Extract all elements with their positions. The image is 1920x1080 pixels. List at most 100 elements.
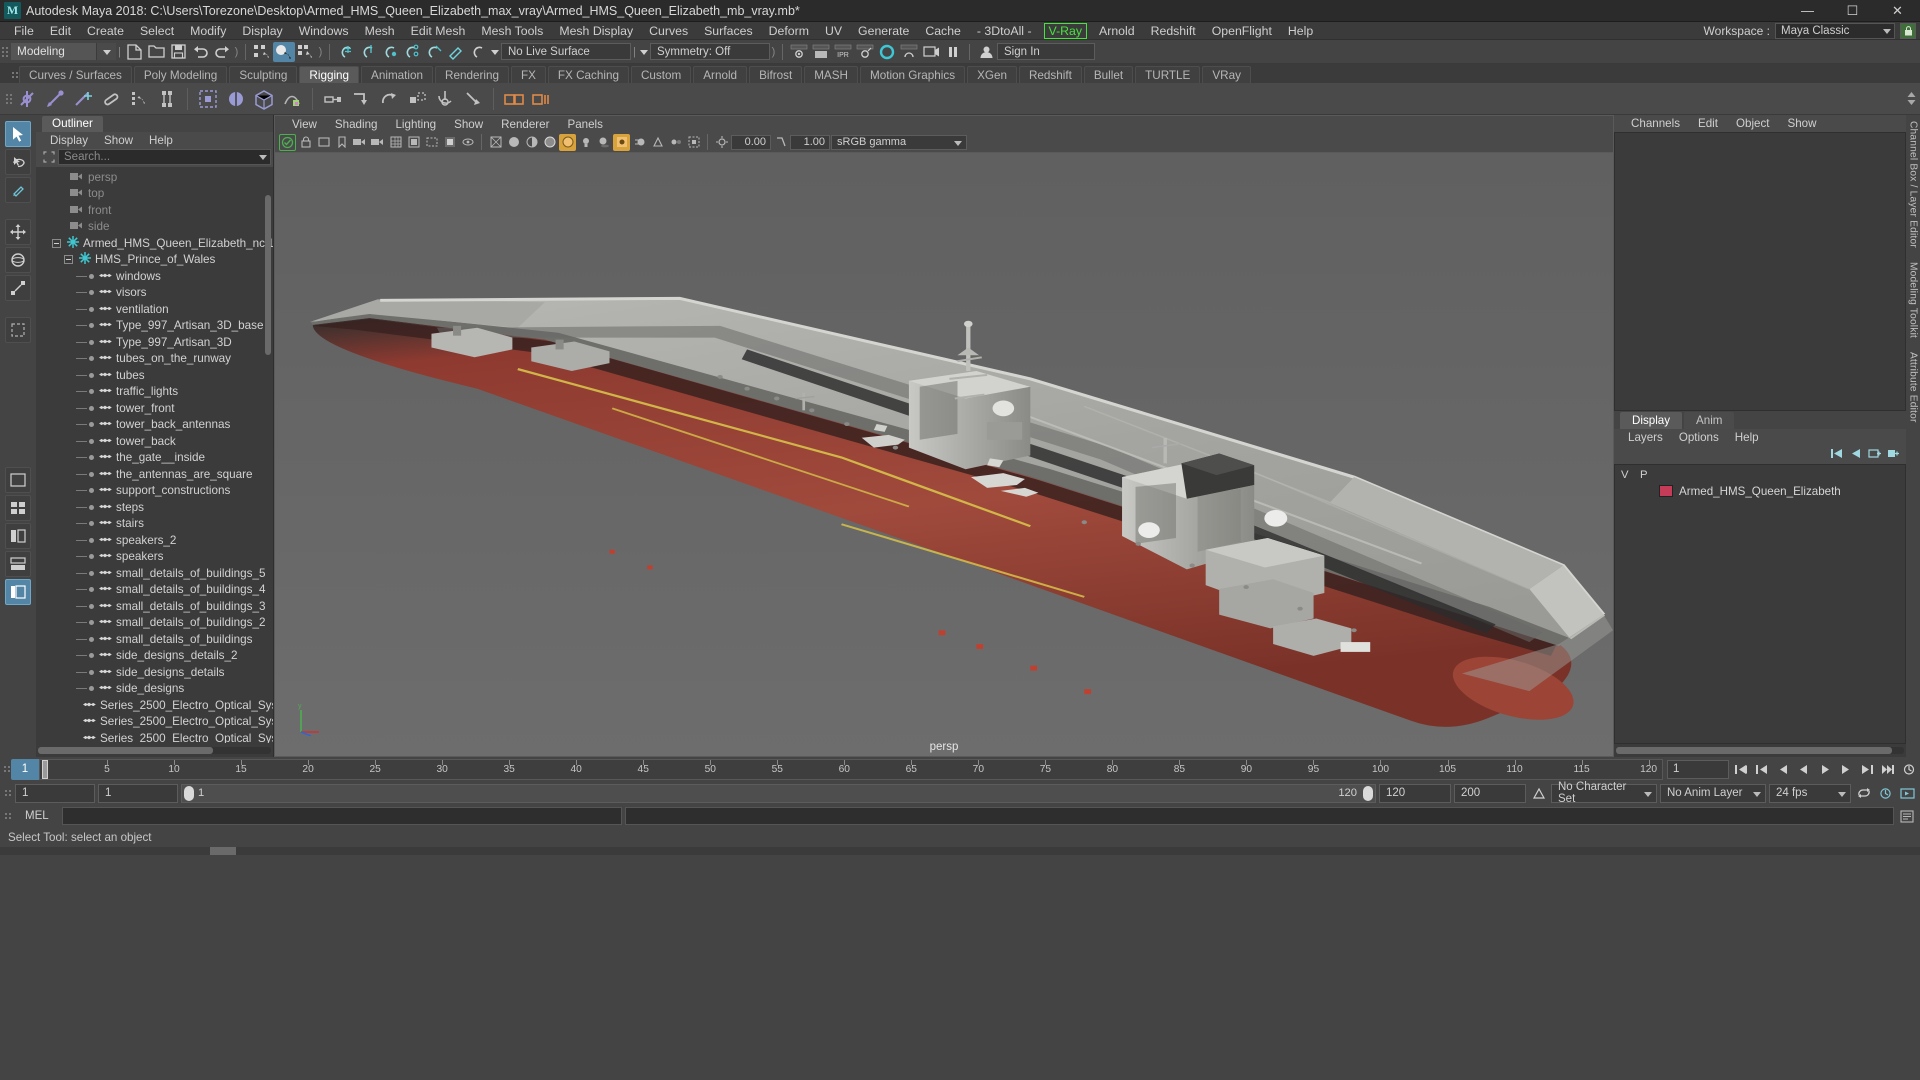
move-layer-up-icon[interactable] (1830, 448, 1843, 462)
outliner-tree[interactable]: persp top front side Armed_HMS_Queen_Eli… (36, 167, 273, 743)
snap-to-projected-center-icon[interactable] (401, 42, 423, 62)
outliner-item-mesh[interactable]: tower_back_antennas (36, 417, 273, 434)
pause-icon[interactable] (942, 42, 964, 62)
menu-display[interactable]: Display (234, 22, 290, 40)
outliner-item-mesh[interactable]: the_gate__inside (36, 450, 273, 467)
outliner-item-mesh[interactable]: side_designs (36, 681, 273, 698)
outliner-item-mesh[interactable]: windows (36, 268, 273, 285)
exposure-value[interactable]: 0.00 (731, 134, 771, 150)
new-layer-from-selected-icon[interactable] (1887, 448, 1900, 462)
menu-edit-mesh[interactable]: Edit Mesh (403, 22, 474, 40)
menu-curves[interactable]: Curves (641, 22, 696, 40)
step-forward-frame-icon[interactable] (1836, 760, 1855, 779)
depth-of-field-icon[interactable] (667, 134, 684, 151)
outliner-tab-label[interactable]: Outliner (42, 116, 103, 132)
outliner-item-root[interactable]: Armed_HMS_Queen_Elizabeth_ncl1_1 (36, 235, 273, 252)
menu-cache[interactable]: Cache (917, 22, 969, 40)
loop-playback-icon[interactable] (1854, 784, 1873, 803)
image-plane-icon[interactable] (369, 134, 386, 151)
time-slider-track[interactable]: 5 10 15 20 25 30 35 40 45 50 55 60 65 70 75 80 85 90 95 100… (39, 758, 1663, 780)
menu-uv[interactable]: UV (817, 22, 850, 40)
channel-box-body[interactable] (1614, 132, 1906, 411)
playback-prefs-icon[interactable] (1898, 784, 1917, 803)
outliner-item-group[interactable]: HMS_Prince_of_Wales (36, 252, 273, 269)
minimize-button[interactable]: — (1785, 0, 1830, 22)
shelf-overflow-button[interactable] (1902, 83, 1920, 115)
live-surface-field[interactable]: No Live Surface (501, 43, 631, 60)
gate-mask-icon[interactable] (441, 134, 458, 151)
outliner-menu-show[interactable]: Show (96, 134, 141, 147)
use-all-lights-icon[interactable] (577, 134, 594, 151)
menu-generate[interactable]: Generate (850, 22, 917, 40)
layer-color-swatch[interactable] (1659, 485, 1673, 497)
outliner-item-mesh[interactable]: tower_back (36, 433, 273, 450)
human-ik-icon[interactable] (528, 85, 556, 113)
frame-input[interactable]: 1 (1667, 759, 1729, 779)
fps-select[interactable]: 24 fps (1769, 783, 1851, 803)
menu-edit[interactable]: Edit (42, 22, 79, 40)
menu-mesh[interactable]: Mesh (357, 22, 403, 40)
menu-create[interactable]: Create (79, 22, 132, 40)
isolate-select-icon[interactable] (685, 134, 702, 151)
outliner-item-mesh[interactable]: speakers (36, 549, 273, 566)
bind-skin-icon[interactable] (153, 85, 181, 113)
shelf-tab-curves-surfaces[interactable]: Curves / Surfaces (19, 66, 132, 83)
quick-rig-icon[interactable] (500, 85, 528, 113)
gamma-value[interactable]: 1.00 (790, 134, 830, 150)
move-layer-down-icon[interactable] (1849, 448, 1862, 462)
scrollbar-track[interactable] (1616, 747, 1904, 754)
orient-constraint-icon[interactable] (375, 85, 403, 113)
shelf-grip[interactable] (10, 66, 19, 83)
multisample-aa-icon[interactable] (649, 134, 666, 151)
cluster-deformer-icon[interactable] (222, 85, 250, 113)
step-forward-key-icon[interactable] (1857, 760, 1876, 779)
command-input[interactable] (62, 807, 622, 825)
play-forwards-icon[interactable] (1815, 760, 1834, 779)
shelf-tab-animation[interactable]: Animation (361, 66, 434, 83)
snap-to-view-plane-icon[interactable] (423, 42, 445, 62)
lock-icon[interactable] (1900, 22, 1916, 39)
outliner-item-side[interactable]: side (36, 219, 273, 236)
two-sided-lighting-icon[interactable] (351, 134, 368, 151)
wrap-deformer-icon[interactable] (250, 85, 278, 113)
playblast-icon[interactable] (920, 42, 942, 62)
menu-set-select[interactable]: Modeling (11, 43, 116, 60)
shelf-tab-poly-modeling[interactable]: Poly Modeling (133, 66, 228, 83)
viewport-menu-shading[interactable]: Shading (326, 118, 387, 131)
motion-blur-icon[interactable] (631, 134, 648, 151)
script-language-label[interactable]: MEL (15, 810, 59, 822)
time-slider-cursor[interactable] (42, 759, 48, 779)
make-live-icon[interactable] (467, 42, 489, 62)
collapse-expander-icon[interactable] (64, 255, 73, 265)
collapse-expander-icon[interactable] (52, 238, 61, 248)
menu-select[interactable]: Select (132, 22, 182, 40)
film-gate-icon[interactable] (405, 134, 422, 151)
outliner-item-mesh[interactable]: small_details_of_buildings_5 (36, 565, 273, 582)
outliner-item-mesh[interactable]: tower_front (36, 400, 273, 417)
outliner-item-mesh[interactable]: Type_997_Artisan_3D_base (36, 318, 273, 335)
shadows-icon[interactable] (595, 134, 612, 151)
menu-mesh-tools[interactable]: Mesh Tools (473, 22, 551, 40)
lasso-tool-button[interactable] (5, 149, 31, 175)
outliner-item-mesh[interactable]: Series_2500_Electro_Optical_System_1 (36, 730, 273, 743)
shelf-tab-fx[interactable]: FX (510, 66, 546, 83)
smooth-shade-selected-icon[interactable] (523, 134, 540, 151)
camera-attributes-icon[interactable] (315, 134, 332, 151)
xray-icon[interactable] (459, 134, 476, 151)
outliner-item-mesh[interactable]: traffic_lights (36, 384, 273, 401)
open-scene-icon[interactable] (145, 42, 167, 62)
screen-space-ao-icon[interactable] (613, 133, 630, 151)
outliner-item-mesh[interactable]: Type_997_Artisan_3D (36, 334, 273, 351)
snap-to-curve-icon[interactable] (357, 42, 379, 62)
menu-modify[interactable]: Modify (182, 22, 234, 40)
tab-display-layers[interactable]: Display (1620, 411, 1683, 429)
shelf-tab-vray[interactable]: VRay (1202, 66, 1251, 83)
symmetry-field[interactable]: Symmetry: Off (650, 43, 770, 60)
outliner-item-mesh[interactable]: visors (36, 285, 273, 302)
shelf-tab-bifrost[interactable]: Bifrost (749, 66, 803, 83)
select-camera-icon[interactable] (279, 133, 296, 151)
go-to-start-icon[interactable] (1731, 760, 1750, 779)
rtab-channel-box-layer-editor[interactable]: Channel Box / Layer Editor (1908, 121, 1919, 248)
shelf-tab-turtle[interactable]: TURTLE (1135, 66, 1201, 83)
menu-3dtoall[interactable]: - 3DtoAll - (969, 22, 1040, 40)
